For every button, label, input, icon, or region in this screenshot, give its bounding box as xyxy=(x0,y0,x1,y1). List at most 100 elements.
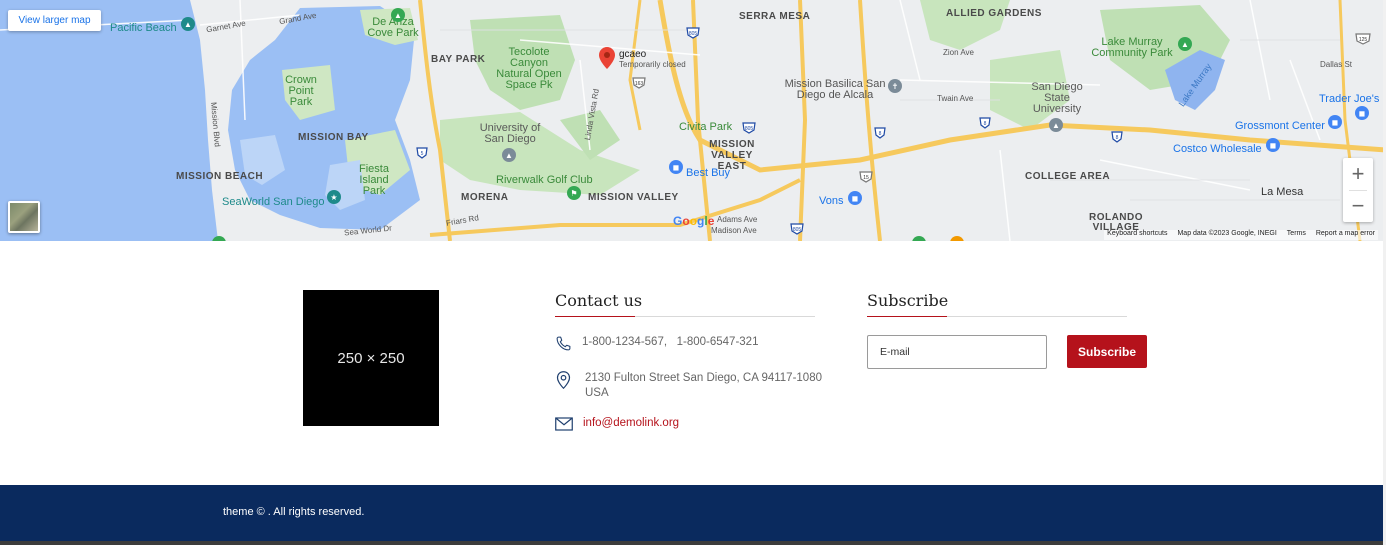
map-road-label: Twain Ave xyxy=(937,94,974,103)
highway-shield-icon: 163 xyxy=(632,77,646,89)
subscribe-button[interactable]: Subscribe xyxy=(1067,335,1147,368)
highway-shield-icon: 8 xyxy=(1111,131,1123,143)
email-input[interactable] xyxy=(867,335,1047,369)
contact-phone: 1-800-1234-567, 1-800-6547-321 xyxy=(582,336,759,348)
map-poi-label: Vons xyxy=(819,195,844,207)
map-area-label: MISSION BEACH xyxy=(176,171,264,182)
map-data-credit: Map data ©2023 Google, INEGI xyxy=(1177,230,1277,237)
highway-shield-icon: 805 xyxy=(686,27,700,39)
svg-text:15: 15 xyxy=(863,175,869,181)
contact-heading: Contact us xyxy=(555,291,643,310)
google-logo-letter: G xyxy=(673,214,683,228)
satellite-toggle-button[interactable] xyxy=(8,201,40,233)
copyright-text: theme © . All rights reserved. xyxy=(223,506,365,518)
beach-icon: ▲ xyxy=(181,17,195,31)
map-park-label: Crown Point Park xyxy=(285,74,317,108)
shopping-icon: ◼ xyxy=(669,160,683,174)
svg-text:805: 805 xyxy=(793,227,802,233)
report-map-error-link[interactable]: Report a map error xyxy=(1316,230,1375,240)
place-status: Temporarily closed xyxy=(619,60,686,69)
map-poi-label: SeaWorld San Diego xyxy=(222,196,325,208)
page: SERRA MESA ALLIED GARDENS BAY PARK MISSI… xyxy=(0,0,1386,545)
svg-text:8: 8 xyxy=(1116,135,1119,141)
bottom-edge xyxy=(0,541,1386,545)
place-name[interactable]: gcaeo xyxy=(619,49,646,60)
map-park-label: Civita Park xyxy=(679,121,733,133)
svg-text:5: 5 xyxy=(421,151,424,157)
address-line: USA xyxy=(585,387,609,399)
golf-icon: ⚑ xyxy=(567,186,581,200)
contact-phone-row: 1-800-1234-567, 1-800-6547-321 xyxy=(555,335,758,352)
shopping-icon: ◼ xyxy=(848,191,862,205)
map-park-label: Fiesta Island Park xyxy=(359,163,389,197)
view-larger-map-button[interactable]: View larger map xyxy=(8,10,101,31)
svg-text:125: 125 xyxy=(1359,37,1368,43)
envelope-icon xyxy=(555,417,573,431)
terms-link[interactable]: Terms xyxy=(1287,230,1306,240)
map-area-label: COLLEGE AREA xyxy=(1025,171,1111,182)
shopping-icon: ◼ xyxy=(1328,115,1342,129)
map-area-label: MISSION BAY xyxy=(298,132,369,143)
svg-text:805: 805 xyxy=(745,126,754,132)
map-park-label: Lake Murray Community Park xyxy=(1091,36,1173,59)
footer-bottom-bar: theme © . All rights reserved. xyxy=(0,485,1386,541)
map-road-label: Zion Ave xyxy=(943,48,974,57)
svg-text:805: 805 xyxy=(689,31,698,37)
park-icon: ▲ xyxy=(391,8,405,22)
contact-email-link[interactable]: info@demolink.org xyxy=(583,417,679,429)
map-area-label: ALLIED GARDENS xyxy=(946,8,1042,19)
map-poi-label: San Diego State University xyxy=(1031,81,1083,115)
map-area-label: BAY PARK xyxy=(431,54,486,65)
map-area-label: SERRA MESA xyxy=(739,11,811,22)
embedded-map[interactable]: SERRA MESA ALLIED GARDENS BAY PARK MISSI… xyxy=(0,0,1386,241)
footer-main: 250 × 250 Contact us 1-800-1234-567, 1-8… xyxy=(0,241,1386,485)
park-icon: ▲ xyxy=(1178,37,1192,51)
contact-email-row: info@demolink.org xyxy=(555,417,679,431)
map-area-label: MISSION VALLEY xyxy=(588,192,679,203)
address-line: 2130 Fulton Street San Diego, CA 94117-1… xyxy=(585,372,822,384)
shopping-icon: ◼ xyxy=(1266,138,1280,152)
map-poi-label: Trader Joe's xyxy=(1319,93,1380,105)
shopping-icon: ◼ xyxy=(1355,106,1369,120)
logo-placeholder-image: 250 × 250 xyxy=(303,290,439,426)
zoom-control: + − xyxy=(1343,158,1373,222)
subscribe-heading: Subscribe xyxy=(867,291,949,310)
zoom-out-button[interactable]: − xyxy=(1343,190,1373,222)
school-icon: ▲ xyxy=(1049,118,1063,132)
highway-shield-icon: 8 xyxy=(979,117,991,129)
google-logo-letter: o xyxy=(689,214,698,228)
map-poi-label: Best Buy xyxy=(686,167,731,179)
map-attribution: Keyboard shortcuts Map data ©2023 Google… xyxy=(1104,230,1378,240)
map-poi-label: Mission Basilica San Diego de Alcala xyxy=(784,78,886,101)
highway-shield-icon: 5 xyxy=(416,147,428,159)
google-logo-letter: o xyxy=(682,214,690,228)
map-poi-label: La Mesa xyxy=(1261,186,1304,198)
highway-shield-icon: 805 xyxy=(790,223,804,235)
map-area-label: MORENA xyxy=(461,192,509,203)
contact-address-row: 2130 Fulton Street San Diego, CA 94117-1… xyxy=(556,371,822,401)
keyboard-shortcuts-link[interactable]: Keyboard shortcuts xyxy=(1107,230,1167,240)
attraction-icon: ★ xyxy=(327,190,341,204)
phone-icon xyxy=(556,336,571,351)
church-icon: ✝ xyxy=(888,79,902,93)
svg-text:8: 8 xyxy=(879,131,882,137)
map-park-label: Riverwalk Golf Club xyxy=(496,174,593,186)
map-marker-icon xyxy=(556,371,571,389)
highway-shield-icon: 8 xyxy=(874,127,886,139)
map-poi-label: Pacific Beach xyxy=(110,22,177,34)
svg-text:8: 8 xyxy=(984,121,987,127)
map-road-label: Dallas St xyxy=(1320,60,1353,69)
highway-shield-icon: 15 xyxy=(859,171,873,183)
google-logo: Google xyxy=(673,214,714,228)
contact-heading-rule xyxy=(555,316,815,317)
highway-shield-icon: 805 xyxy=(742,122,756,134)
map-poi-label: University of San Diego xyxy=(479,122,541,145)
map-road-label: Adams Ave xyxy=(717,215,758,224)
svg-text:163: 163 xyxy=(635,81,644,87)
map-poi-label: Grossmont Center xyxy=(1235,120,1325,132)
location-pin-icon[interactable] xyxy=(599,47,615,69)
highway-shield-icon: 125 xyxy=(1355,33,1371,45)
map-road-label: Madison Ave xyxy=(711,226,757,235)
zoom-in-button[interactable]: + xyxy=(1343,158,1373,190)
map-poi-label: Costco Wholesale xyxy=(1173,143,1262,155)
